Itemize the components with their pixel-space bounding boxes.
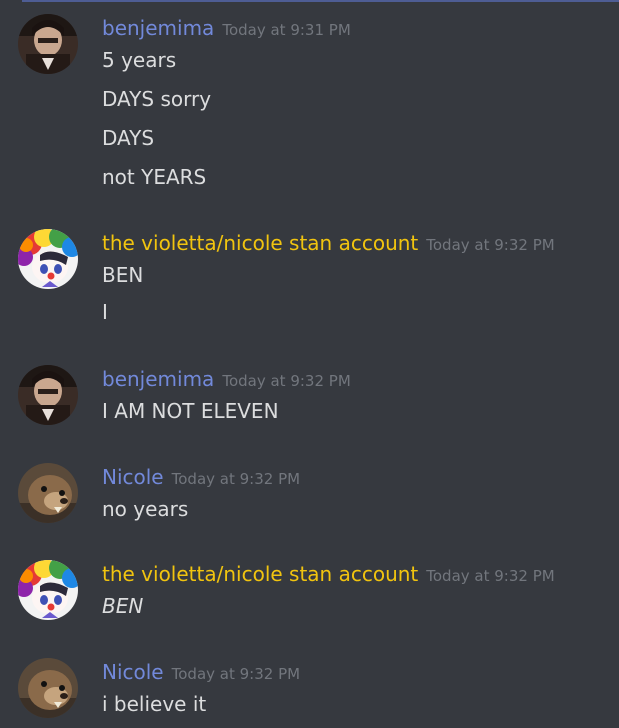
timestamp: Today at 9:32 PM — [426, 236, 555, 254]
message-text: no years — [102, 497, 189, 521]
message-text: BEN — [102, 263, 144, 287]
message-list: benjemima Today at 9:31 PM 5 years DAYS s… — [0, 0, 619, 728]
benjemima-avatar-image — [18, 365, 78, 425]
message-text: not YEARS — [102, 165, 207, 189]
message-text: BEN — [102, 594, 144, 618]
message-header: Nicole Today at 9:32 PM — [102, 463, 300, 493]
author-name[interactable]: benjemima — [102, 367, 214, 391]
message-header: the violetta/nicole stan account Today at… — [102, 560, 555, 590]
message-text: 5 years — [102, 48, 177, 72]
timestamp: Today at 9:32 PM — [222, 372, 351, 390]
author-name[interactable]: Nicole — [102, 660, 164, 684]
avatar[interactable] — [18, 14, 78, 74]
avatar[interactable] — [18, 658, 78, 718]
avatar[interactable] — [18, 365, 78, 425]
message-text: DAYS — [102, 126, 155, 150]
message-header: benjemima Today at 9:31 PM — [102, 14, 351, 44]
message-header: Nicole Today at 9:32 PM — [102, 658, 300, 688]
timestamp: Today at 9:31 PM — [222, 21, 351, 39]
timestamp: Today at 9:32 PM — [171, 470, 301, 488]
clown-anime-avatar-image — [18, 560, 78, 620]
clown-anime-avatar-image — [18, 229, 78, 289]
groundhog-avatar-image — [18, 463, 78, 523]
avatar[interactable] — [18, 229, 78, 289]
message-text: I AM NOT ELEVEN — [102, 399, 279, 423]
message-text: i believe it — [102, 692, 207, 716]
avatar[interactable] — [18, 560, 78, 620]
author-name[interactable]: benjemima — [102, 16, 214, 40]
timestamp: Today at 9:32 PM — [426, 567, 555, 585]
groundhog-avatar-image — [18, 658, 78, 718]
message-header: benjemima Today at 9:32 PM — [102, 365, 351, 395]
benjemima-avatar-image — [18, 14, 78, 74]
author-name[interactable]: the violetta/nicole stan account — [102, 562, 418, 586]
author-name[interactable]: Nicole — [102, 465, 164, 489]
avatar[interactable] — [18, 463, 78, 523]
author-name[interactable]: the violetta/nicole stan account — [102, 231, 418, 255]
message-header: the violetta/nicole stan account Today at… — [102, 229, 555, 259]
timestamp: Today at 9:32 PM — [171, 665, 301, 683]
message-text: I — [102, 300, 108, 324]
message-text: DAYS sorry — [102, 87, 212, 111]
